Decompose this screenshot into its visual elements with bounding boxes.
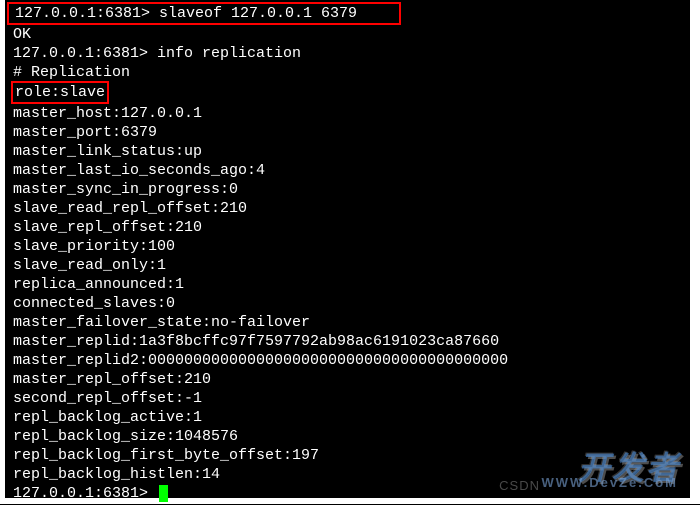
prompt: 127.0.0.1:6381> xyxy=(13,485,157,502)
output-line: replica_announced:1 xyxy=(13,275,688,294)
command-text: slaveof 127.0.0.1 6379 xyxy=(159,5,357,22)
output-line: master_link_status:up xyxy=(13,142,688,161)
role-line-highlighted: role:slave xyxy=(13,82,688,104)
output-line: slave_read_only:1 xyxy=(13,256,688,275)
cursor xyxy=(159,485,168,502)
command-line: 127.0.0.1:6381> info replication xyxy=(13,44,688,63)
prompt-line[interactable]: 127.0.0.1:6381> xyxy=(13,484,688,503)
output-line: slave_priority:100 xyxy=(13,237,688,256)
output-line: repl_backlog_active:1 xyxy=(13,408,688,427)
command-line-highlighted: 127.0.0.1:6381> slaveof 127.0.0.1 6379 xyxy=(7,2,401,25)
terminal-output: 127.0.0.1:6381> slaveof 127.0.0.1 6379 O… xyxy=(5,0,690,505)
output-line: master_port:6379 xyxy=(13,123,688,142)
prompt: 127.0.0.1:6381> xyxy=(15,5,159,22)
output-line: master_host:127.0.0.1 xyxy=(13,104,688,123)
output-line: repl_backlog_first_byte_offset:197 xyxy=(13,446,688,465)
output-line: connected_slaves:0 xyxy=(13,294,688,313)
output-line: repl_backlog_size:1048576 xyxy=(13,427,688,446)
output-line: master_replid:1a3f8bcffc97f7597792ab98ac… xyxy=(13,332,688,351)
command-text: info replication xyxy=(157,45,301,62)
output-line: master_replid2:0000000000000000000000000… xyxy=(13,351,688,370)
output-line: slave_repl_offset:210 xyxy=(13,218,688,237)
prompt: 127.0.0.1:6381> xyxy=(13,45,157,62)
output-section-header: # Replication xyxy=(13,63,688,82)
output-line: repl_backlog_histlen:14 xyxy=(13,465,688,484)
output-line: master_last_io_seconds_ago:4 xyxy=(13,161,688,180)
output-line: slave_read_repl_offset:210 xyxy=(13,199,688,218)
output-line: master_sync_in_progress:0 xyxy=(13,180,688,199)
output-line: OK xyxy=(13,25,688,44)
role-value: role:slave xyxy=(11,81,109,104)
output-line: second_repl_offset:-1 xyxy=(13,389,688,408)
output-line: master_repl_offset:210 xyxy=(13,370,688,389)
output-line: master_failover_state:no-failover xyxy=(13,313,688,332)
